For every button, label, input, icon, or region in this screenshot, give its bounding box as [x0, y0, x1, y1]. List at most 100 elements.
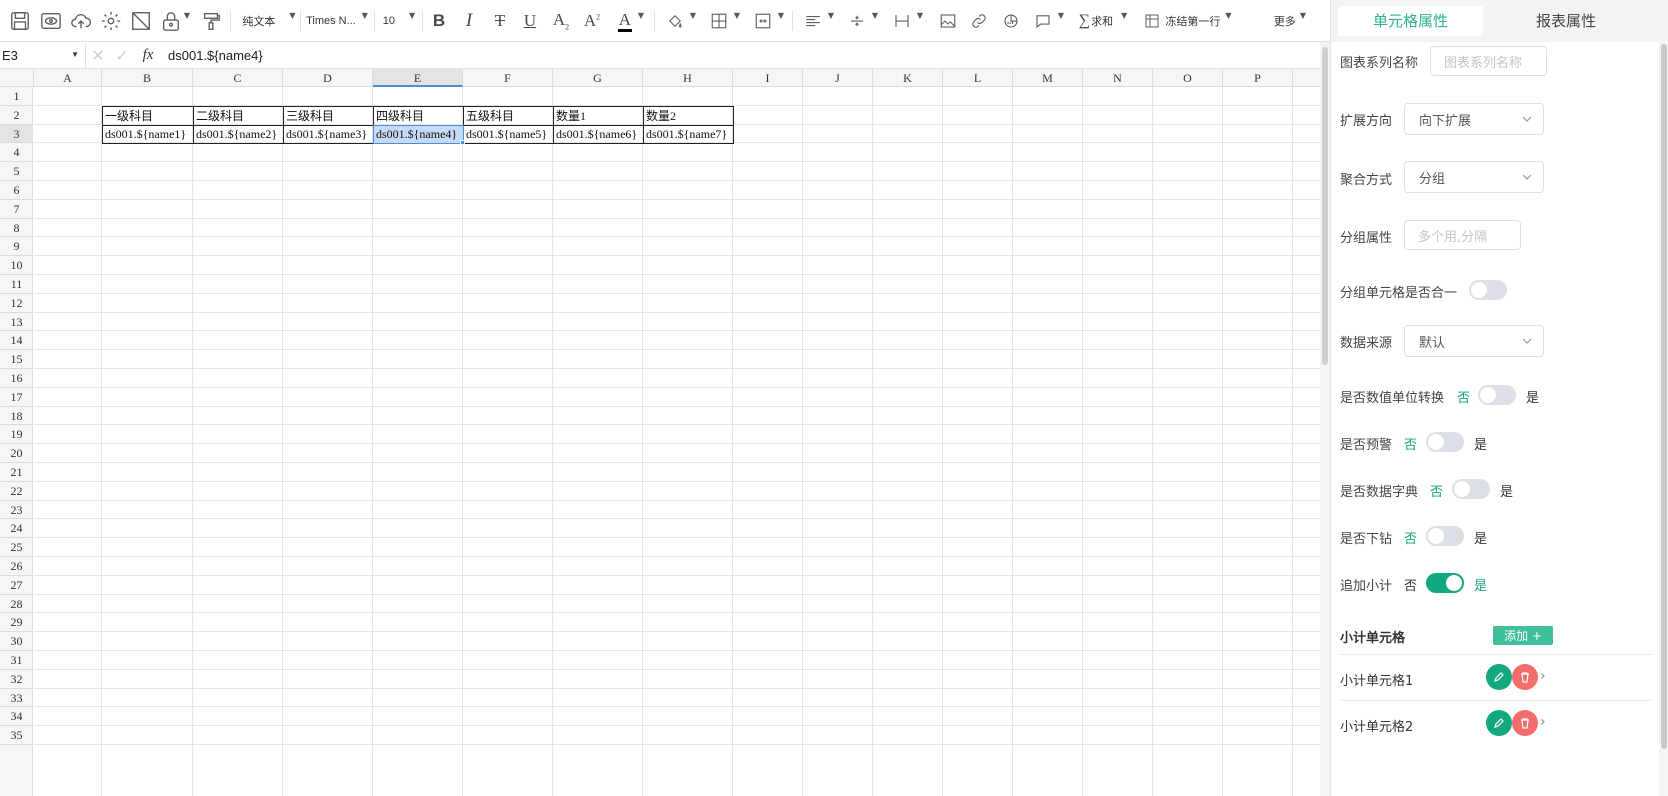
delete-icon[interactable]: [1512, 710, 1538, 736]
confirm-icon[interactable]: ✓: [110, 46, 134, 65]
fill-handle[interactable]: [460, 140, 465, 146]
dictionary-yes[interactable]: 是: [1500, 481, 1513, 500]
table-cell[interactable]: ds001.${name6}: [553, 124, 644, 145]
cancel-icon[interactable]: ✕: [86, 46, 110, 65]
align-icon[interactable]: ▼: [800, 6, 838, 36]
row-header-14[interactable]: 14: [0, 331, 33, 351]
row-header-30[interactable]: 30: [0, 632, 33, 651]
row-header-28[interactable]: 28: [0, 595, 33, 614]
row-header-6[interactable]: 6: [0, 181, 33, 200]
dictionary-toggle[interactable]: [1452, 479, 1490, 499]
vertical-scrollbar[interactable]: [1320, 42, 1330, 796]
sum-dropdown[interactable]: ∑ 求和 ▼: [1074, 6, 1132, 36]
text-wrap-icon[interactable]: ▼: [888, 6, 928, 36]
clear-format-icon[interactable]: [129, 6, 153, 36]
row-header-1[interactable]: 1: [0, 87, 33, 106]
tab-cell-properties[interactable]: 单元格属性: [1338, 6, 1483, 36]
more-dropdown[interactable]: 更多 ▼: [1268, 6, 1312, 36]
drill-down-yes[interactable]: 是: [1474, 528, 1487, 547]
row-header-12[interactable]: 12: [0, 294, 33, 313]
italic-icon[interactable]: I: [458, 6, 480, 36]
row-header-3[interactable]: 3: [0, 124, 33, 144]
cell-area[interactable]: 一级科目 二级科目 三级科目 四级科目 五级科目 数量1 数量2 ds001.${name1}…: [34, 87, 1320, 796]
row-header-32[interactable]: 32: [0, 670, 33, 689]
row-header-18[interactable]: 18: [0, 407, 33, 426]
function-icon[interactable]: fx: [136, 47, 160, 64]
table-cell[interactable]: ds001.${name1}: [102, 124, 194, 145]
column-header-b[interactable]: B: [102, 69, 193, 87]
row-header-17[interactable]: 17: [0, 388, 33, 407]
font-size-dropdown[interactable]: 10 ▼: [380, 6, 418, 36]
column-header-p[interactable]: P: [1223, 69, 1293, 87]
column-header-f[interactable]: F: [463, 69, 553, 87]
bold-icon[interactable]: B: [428, 6, 450, 36]
row-header-10[interactable]: 10: [0, 256, 33, 275]
data-source-select[interactable]: 默认: [1404, 325, 1544, 357]
format-painter-icon[interactable]: [199, 6, 223, 36]
column-header-m[interactable]: M: [1013, 69, 1083, 87]
scrollbar-thumb[interactable]: [1661, 44, 1667, 749]
row-header-24[interactable]: 24: [0, 519, 33, 539]
row-header-2[interactable]: 2: [0, 106, 33, 125]
column-header-j[interactable]: J: [803, 69, 873, 87]
table-cell[interactable]: ds001.${name7}: [643, 124, 734, 145]
row-header-20[interactable]: 20: [0, 444, 33, 463]
column-header-i[interactable]: I: [733, 69, 803, 87]
freeze-dropdown[interactable]: 冻结第一行 ▼: [1140, 6, 1236, 36]
drill-down-no[interactable]: 否: [1404, 528, 1417, 547]
column-header-e[interactable]: E: [373, 69, 463, 87]
row-header-34[interactable]: 34: [0, 707, 33, 727]
save-icon[interactable]: [8, 6, 32, 36]
series-name-input[interactable]: 图表系列名称: [1430, 46, 1547, 76]
column-header-d[interactable]: D: [283, 69, 373, 87]
fill-color-icon[interactable]: ▼: [662, 6, 700, 36]
row-header-16[interactable]: 16: [0, 369, 33, 388]
row-header-23[interactable]: 23: [0, 501, 33, 520]
panel-scrollbar[interactable]: [1659, 42, 1668, 796]
chevron-right-icon[interactable]: ›: [1540, 668, 1546, 684]
superscript-icon[interactable]: A2: [580, 6, 604, 36]
strikethrough-icon[interactable]: T: [488, 6, 512, 36]
row-header-4[interactable]: 4: [0, 143, 33, 163]
chart-icon[interactable]: [998, 6, 1024, 36]
drill-down-toggle[interactable]: [1426, 526, 1464, 546]
table-cell[interactable]: 三级科目: [283, 105, 374, 126]
column-header-n[interactable]: N: [1083, 69, 1153, 87]
row-header-27[interactable]: 27: [0, 576, 33, 595]
preview-icon[interactable]: [38, 6, 64, 36]
row-header-15[interactable]: 15: [0, 350, 33, 369]
edit-icon[interactable]: [1486, 664, 1512, 690]
row-header-9[interactable]: 9: [0, 237, 33, 257]
column-header-g[interactable]: G: [553, 69, 643, 87]
tab-report-properties[interactable]: 报表属性: [1491, 6, 1641, 36]
comment-icon[interactable]: ▼: [1030, 6, 1068, 36]
row-header-22[interactable]: 22: [0, 482, 33, 501]
underline-icon[interactable]: U: [518, 6, 542, 36]
row-header-29[interactable]: 29: [0, 613, 33, 633]
row-header-5[interactable]: 5: [0, 162, 33, 181]
group-attr-input[interactable]: 多个用,分隔: [1404, 220, 1521, 250]
warning-toggle[interactable]: [1426, 432, 1464, 452]
formula-input[interactable]: ds001.${name4}: [168, 48, 263, 63]
chevron-right-icon[interactable]: ›: [1540, 714, 1546, 730]
aggregate-select[interactable]: 分组: [1404, 161, 1544, 193]
warning-no[interactable]: 否: [1404, 434, 1417, 453]
subtotal-no[interactable]: 否: [1404, 575, 1417, 594]
vertical-align-icon[interactable]: ▼: [844, 6, 882, 36]
table-cell[interactable]: 四级科目: [373, 105, 464, 126]
warning-yes[interactable]: 是: [1474, 434, 1487, 453]
table-cell[interactable]: 二级科目: [193, 105, 284, 126]
delete-icon[interactable]: [1512, 664, 1538, 690]
column-header-a[interactable]: A: [34, 69, 102, 87]
row-header-13[interactable]: 13: [0, 313, 33, 332]
cell-reference-box[interactable]: E3 ▼: [0, 42, 86, 69]
row-header-33[interactable]: 33: [0, 689, 33, 708]
select-all-corner[interactable]: [0, 69, 34, 87]
dictionary-no[interactable]: 否: [1430, 481, 1443, 500]
edit-icon[interactable]: [1486, 710, 1512, 736]
expand-direction-select[interactable]: 向下扩展: [1404, 103, 1544, 135]
row-header-11[interactable]: 11: [0, 275, 33, 294]
table-cell[interactable]: ds001.${name2}: [193, 124, 284, 145]
merge-cells-icon[interactable]: ▼: [750, 6, 788, 36]
row-header-8[interactable]: 8: [0, 219, 33, 238]
